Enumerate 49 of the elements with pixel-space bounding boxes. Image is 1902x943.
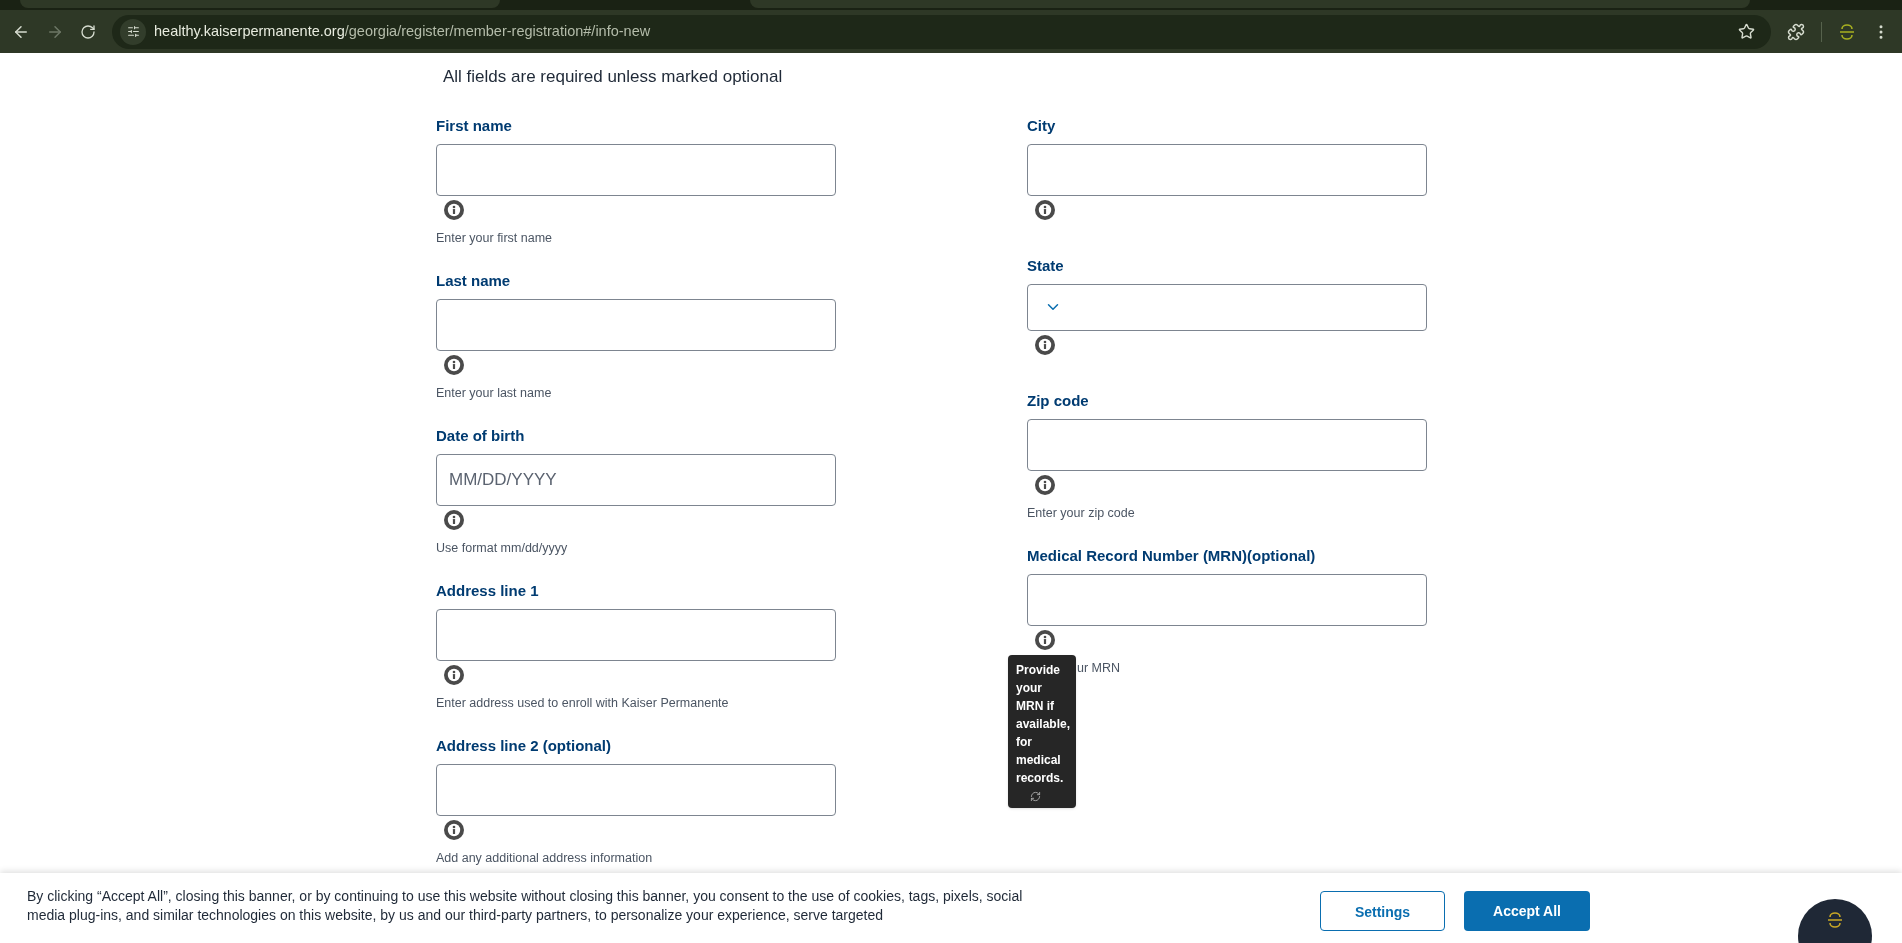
- field-label: City: [1027, 115, 1057, 136]
- info-icon[interactable]: [444, 509, 464, 530]
- tooltip-text: Provide your MRN if available, for medical records.: [1016, 661, 1068, 787]
- field-hint: Enter your first name: [436, 229, 552, 246]
- extensions-icon[interactable]: [1787, 22, 1805, 41]
- accept-all-button[interactable]: Accept All: [1464, 891, 1590, 931]
- info-icon[interactable]: [444, 354, 464, 375]
- info-icon[interactable]: [444, 664, 464, 685]
- text-field[interactable]: [1027, 143, 1427, 196]
- sliders-icon: [126, 25, 140, 38]
- info-icon[interactable]: [1035, 334, 1055, 355]
- field-hint: Enter address used to enroll with Kaiser Permanente: [436, 694, 729, 711]
- text-field[interactable]: [436, 608, 836, 661]
- text-field[interactable]: [1027, 418, 1427, 471]
- text-field[interactable]: [436, 763, 836, 816]
- settings-button[interactable]: Settings: [1320, 891, 1445, 931]
- text-field[interactable]: [1027, 573, 1427, 626]
- required-note: All fields are required unless marked optional: [443, 66, 784, 88]
- field-label: State: [1027, 255, 1065, 276]
- field-hint: Enter your zip code: [1027, 504, 1135, 521]
- reload-icon[interactable]: [80, 23, 96, 40]
- field-label: Last name: [436, 270, 512, 291]
- info-icon[interactable]: [1035, 474, 1055, 495]
- field-label: Zip code: [1027, 390, 1090, 411]
- address-bar[interactable]: healthy.kaiserpermanente.org/georgia/register/member-registration#/info-new: [112, 14, 1771, 49]
- refresh-icon: [1030, 790, 1041, 802]
- field-label: Date of birth: [436, 425, 526, 446]
- field-hint: Add any additional address information: [436, 849, 653, 866]
- chat-logo-icon: [1826, 911, 1844, 929]
- field-label: Address line 1: [436, 580, 540, 601]
- text-field[interactable]: [436, 143, 836, 196]
- info-icon[interactable]: [444, 819, 464, 840]
- info-icon[interactable]: [444, 199, 464, 220]
- field-hint: Enter your last name: [436, 384, 552, 401]
- cookie-consent-text: By clicking “Accept All”, closing this banner, or by continuing to use this website without closing this banner, you consent to the use of cookies, tags, pixels, social media plug-ins, and similar technologies on this website, by us and our third-party partners, to personalize your experience, serve targeted: [27, 887, 1024, 925]
- text-field[interactable]: [436, 298, 836, 351]
- bookmark-star-icon[interactable]: [1738, 23, 1755, 40]
- state-dropdown[interactable]: [1027, 283, 1427, 331]
- field-label: Address line 2 (optional): [436, 735, 613, 756]
- field-hint: Use format mm/dd/yyyy: [436, 539, 568, 556]
- site-settings-button[interactable]: [120, 18, 146, 45]
- info-icon[interactable]: [1035, 199, 1055, 220]
- profile-icon[interactable]: [1838, 22, 1856, 41]
- field-hint: ur MRN: [1077, 659, 1121, 676]
- url-text: healthy.kaiserpermanente.org/georgia/register/member-registration#/info-new: [154, 21, 651, 41]
- info-icon[interactable]: [1035, 629, 1055, 650]
- text-field[interactable]: MM/DD/YYYY: [436, 453, 836, 506]
- field-label: First name: [436, 115, 513, 136]
- field-label: Medical Record Number (MRN)(optional): [1027, 545, 1317, 566]
